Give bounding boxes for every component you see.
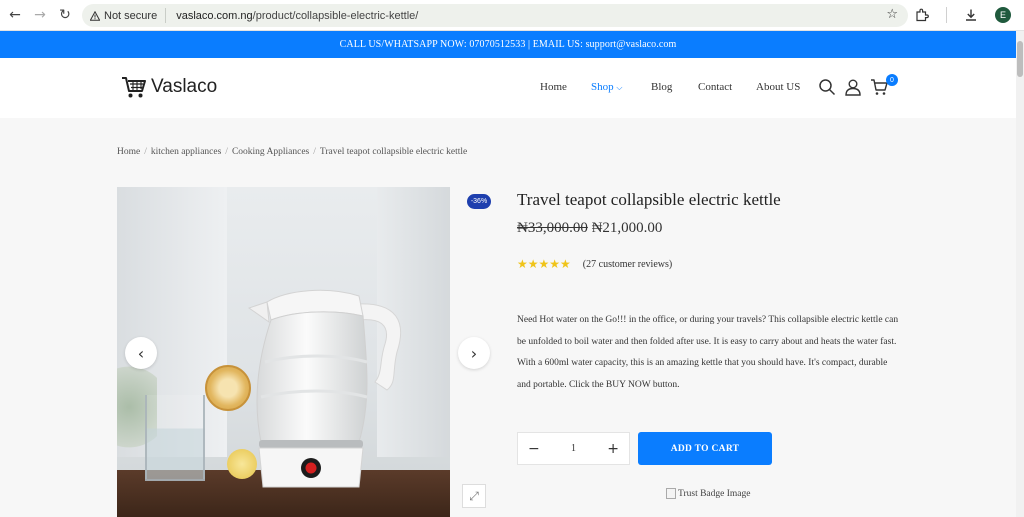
- reload-icon[interactable]: ↻: [54, 4, 76, 26]
- nav-shop[interactable]: Shop ⌵: [591, 81, 622, 93]
- sale-price: ₦21,000.00: [591, 220, 663, 236]
- browser-toolbar: ← → ↻ Not secure vaslaco.com.ng/product/…: [0, 0, 1024, 31]
- url-path: /product/collapsible-electric-kettle/: [252, 9, 419, 22]
- expand-icon: ⤢: [469, 488, 479, 503]
- quantity-input[interactable]: 1: [571, 443, 576, 454]
- user-icon[interactable]: [844, 78, 862, 96]
- site-header: Vaslaco Home Shop ⌵ Blog Contact About U…: [0, 58, 1016, 118]
- site-logo[interactable]: Vaslaco: [121, 75, 217, 99]
- chevron-right-icon: ›: [470, 343, 478, 363]
- review-count-link[interactable]: (27 customer reviews): [583, 259, 672, 270]
- shopping-cart-logo-icon: [122, 77, 146, 98]
- nav-home[interactable]: Home: [540, 81, 567, 93]
- breadcrumb-cooking-appliances[interactable]: Cooking Appliances: [232, 147, 309, 157]
- trust-badge: Trust Badge Image: [666, 488, 750, 499]
- trust-badge-alt-text: Trust Badge Image: [678, 488, 751, 499]
- warning-icon: [90, 10, 100, 21]
- lemon-slice: [205, 365, 251, 411]
- puzzle-icon[interactable]: [912, 5, 932, 25]
- nav-contact[interactable]: Contact: [698, 81, 732, 93]
- star-rating-icon: ★★★★★: [517, 257, 571, 271]
- regular-price: ₦33,000.00: [517, 220, 588, 236]
- product-description: Need Hot water on the Go!!! in the offic…: [517, 315, 899, 390]
- url-text: vaslaco.com.ng/product/collapsible-elect…: [166, 10, 418, 22]
- breadcrumb-home[interactable]: Home: [117, 147, 140, 157]
- nav-about[interactable]: About US: [756, 81, 800, 93]
- scrollbar-thumb[interactable]: [1017, 41, 1023, 77]
- contact-notice-text: CALL US/WHATSAPP NOW: 07070512533 | EMAI…: [339, 39, 677, 50]
- arrow-right-icon[interactable]: →: [29, 4, 51, 26]
- search-icon[interactable]: [818, 78, 836, 96]
- product-price: ₦33,000.00 ₦21,000.00: [517, 220, 662, 237]
- zoom-button[interactable]: ⤢: [462, 484, 486, 508]
- minus-icon[interactable]: −: [528, 441, 540, 457]
- chevron-down-icon: ⌵: [616, 83, 623, 92]
- kettle-illustration: [247, 289, 402, 488]
- plus-icon[interactable]: +: [607, 441, 619, 457]
- breadcrumb-separator: /: [313, 147, 316, 157]
- breadcrumb-separator: /: [225, 147, 228, 157]
- contact-notice-bar: CALL US/WHATSAPP NOW: 07070512533 | EMAI…: [0, 31, 1016, 58]
- breadcrumb: Home / kitchen appliances / Cooking Applianc…: [117, 147, 467, 157]
- logo-text: Vaslaco: [151, 76, 218, 97]
- breadcrumb-current: Travel teapot collapsible electric kettl…: [319, 147, 468, 157]
- quantity-stepper: − 1 +: [517, 432, 630, 465]
- address-bar[interactable]: Not secure vaslaco.com.ng/product/collap…: [82, 4, 908, 27]
- nav-blog[interactable]: Blog: [651, 81, 672, 93]
- security-indicator[interactable]: Not secure: [82, 8, 167, 23]
- url-domain: vaslaco.com.ng: [176, 9, 253, 22]
- broken-image-icon: [666, 488, 676, 499]
- product-title: Travel teapot collapsible electric kettl…: [517, 190, 781, 209]
- download-icon[interactable]: [961, 5, 981, 25]
- breadcrumb-kitchen-appliances[interactable]: kitchen appliances: [151, 147, 221, 157]
- water-glass: [145, 395, 205, 481]
- product-rating: ★★★★★ (27 customer reviews): [517, 257, 672, 271]
- gallery-next-button[interactable]: ›: [458, 337, 490, 369]
- page-scrollbar[interactable]: [1016, 31, 1024, 517]
- gallery-prev-button[interactable]: ‹: [125, 337, 157, 369]
- chevron-left-icon: ‹: [137, 343, 145, 363]
- cart-count-badge: 0: [886, 74, 898, 86]
- breadcrumb-separator: /: [144, 147, 147, 157]
- sale-badge: -36%: [467, 194, 491, 209]
- security-label: Not secure: [104, 9, 158, 22]
- toolbar-divider: [946, 7, 947, 23]
- add-to-cart-button[interactable]: ADD TO CART: [638, 432, 772, 465]
- product-image[interactable]: [117, 187, 450, 517]
- nav-shop-label: Shop: [591, 81, 614, 93]
- profile-avatar[interactable]: E: [995, 7, 1011, 23]
- arrow-left-icon[interactable]: ←: [4, 4, 26, 26]
- star-icon[interactable]: ☆: [886, 7, 898, 22]
